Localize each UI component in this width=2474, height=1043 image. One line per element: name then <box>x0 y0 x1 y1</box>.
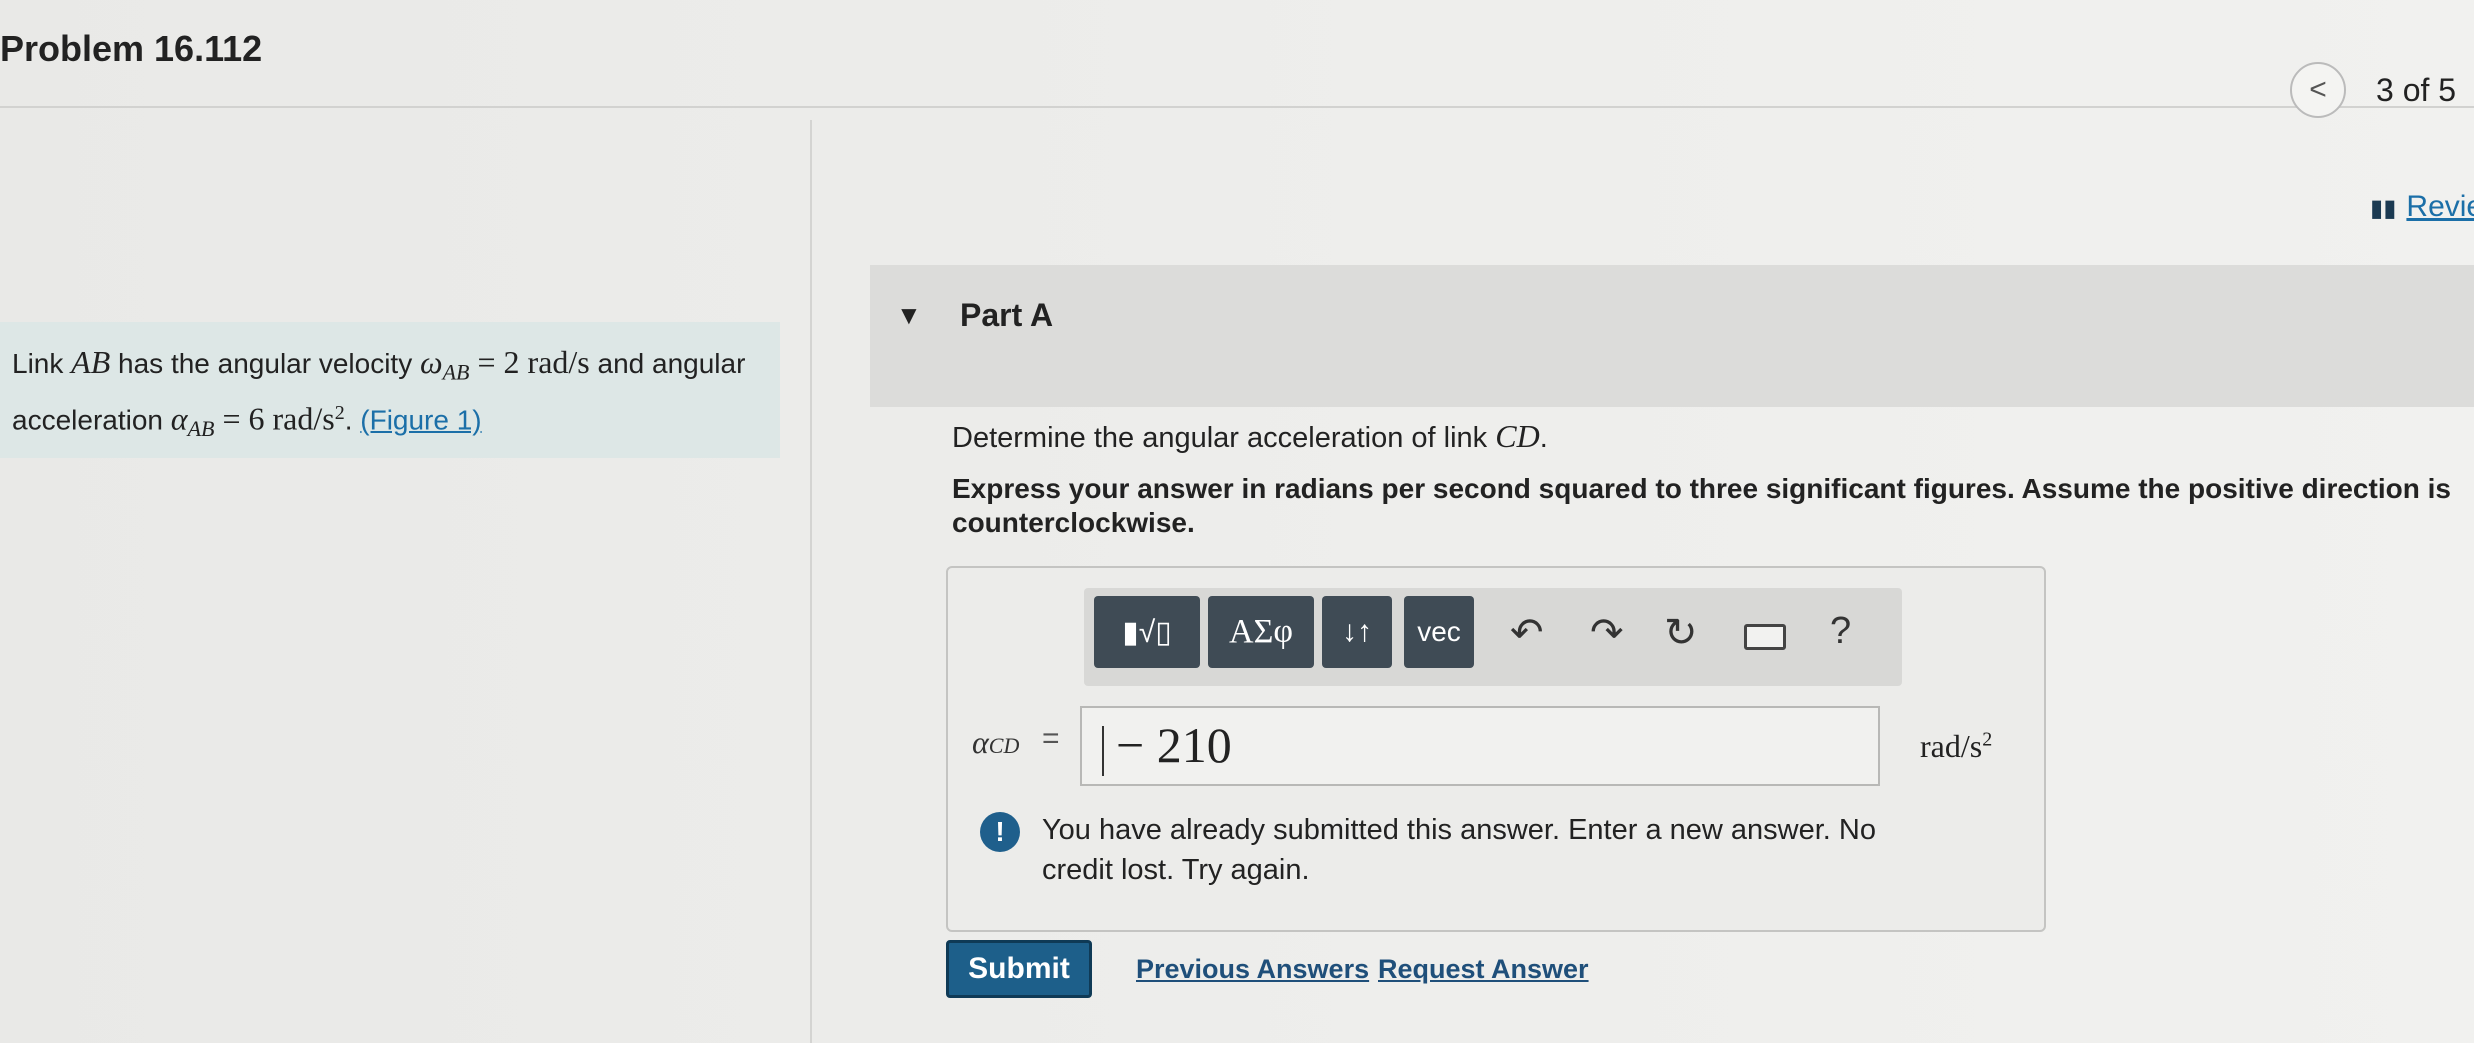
problem-text: has the angular velocity <box>110 348 420 379</box>
link-ab-symbol: AB <box>71 344 111 380</box>
question-text: Determine the angular acceleration of li… <box>952 418 1548 455</box>
previous-answers-link[interactable]: Previous Answers <box>1136 954 1369 985</box>
greek-symbols-button[interactable]: ΑΣφ <box>1208 596 1314 668</box>
problem-statement: Link AB has the angular velocity ωAB = 2… <box>0 322 780 458</box>
answer-input[interactable]: − 210 <box>1080 706 1880 786</box>
page: Problem 16.112 < 3 of 5 ▮▮ Revie Link AB … <box>0 0 2474 1043</box>
problem-title: Problem 16.112 <box>0 28 263 69</box>
equals-sign: = <box>1042 722 1060 755</box>
warning-icon: ! <box>980 812 1020 852</box>
part-header[interactable] <box>870 265 2474 407</box>
figure-link[interactable]: (Figure 1) <box>360 404 481 435</box>
unit-text: rad/s <box>1920 728 1983 764</box>
question-end: . <box>1539 422 1548 454</box>
reset-icon[interactable]: ↻ <box>1664 610 1698 656</box>
omega-symbol: ω <box>420 344 443 380</box>
answer-variable-label: αCD <box>972 724 1019 761</box>
request-answer-link[interactable]: Request Answer <box>1378 954 1589 985</box>
part-title[interactable]: Part A <box>960 297 1053 334</box>
omega-value: = 2 rad/s <box>469 344 590 380</box>
arrows-button[interactable]: ↓↑ <box>1322 596 1392 668</box>
alpha-value: = 6 rad/s <box>214 399 335 436</box>
answer-instruction: Express your answer in radians per secon… <box>952 473 2451 538</box>
text-cursor <box>1102 725 1104 776</box>
problem-text: Link <box>12 348 72 379</box>
problem-counter: 3 of 5 <box>2376 72 2457 108</box>
review-link[interactable]: ▮▮ Revie <box>2370 190 2474 224</box>
chevron-left-icon: < <box>2309 73 2327 106</box>
templates-button[interactable]: ▮√▯ <box>1094 596 1200 668</box>
alpha-symbol: α <box>170 399 188 436</box>
answer-unit: rad/s2 <box>1920 728 1992 765</box>
review-label: Revie <box>2406 190 2474 223</box>
alpha-symbol: α <box>972 724 989 760</box>
unit-exponent: 2 <box>1982 728 1993 751</box>
link-cd-symbol: CD <box>1495 418 1540 454</box>
alpha-subscript: CD <box>988 733 1020 758</box>
redo-icon[interactable]: ↷ <box>1590 610 1624 656</box>
submit-button[interactable]: Submit <box>946 940 1092 998</box>
omega-subscript: AB <box>442 359 470 385</box>
previous-problem-button[interactable]: < <box>2290 62 2346 118</box>
keyboard-icon[interactable] <box>1744 624 1786 650</box>
alpha-exponent: 2 <box>334 401 345 424</box>
pane-divider <box>810 120 812 1043</box>
collapse-caret-icon[interactable]: ▼ <box>896 300 922 331</box>
question-body: Determine the angular acceleration of li… <box>952 422 1496 454</box>
header-divider <box>0 106 2474 108</box>
undo-icon[interactable]: ↶ <box>1510 610 1544 656</box>
alpha-subscript: AB <box>187 415 215 441</box>
feedback-message: You have already submitted this answer. … <box>1042 814 1876 886</box>
problem-text: . <box>344 403 361 435</box>
book-icon: ▮▮ <box>2370 195 2397 222</box>
vector-button[interactable]: vec <box>1404 596 1474 668</box>
answer-value: − 210 <box>1116 717 1232 773</box>
help-icon[interactable]: ? <box>1830 610 1851 653</box>
